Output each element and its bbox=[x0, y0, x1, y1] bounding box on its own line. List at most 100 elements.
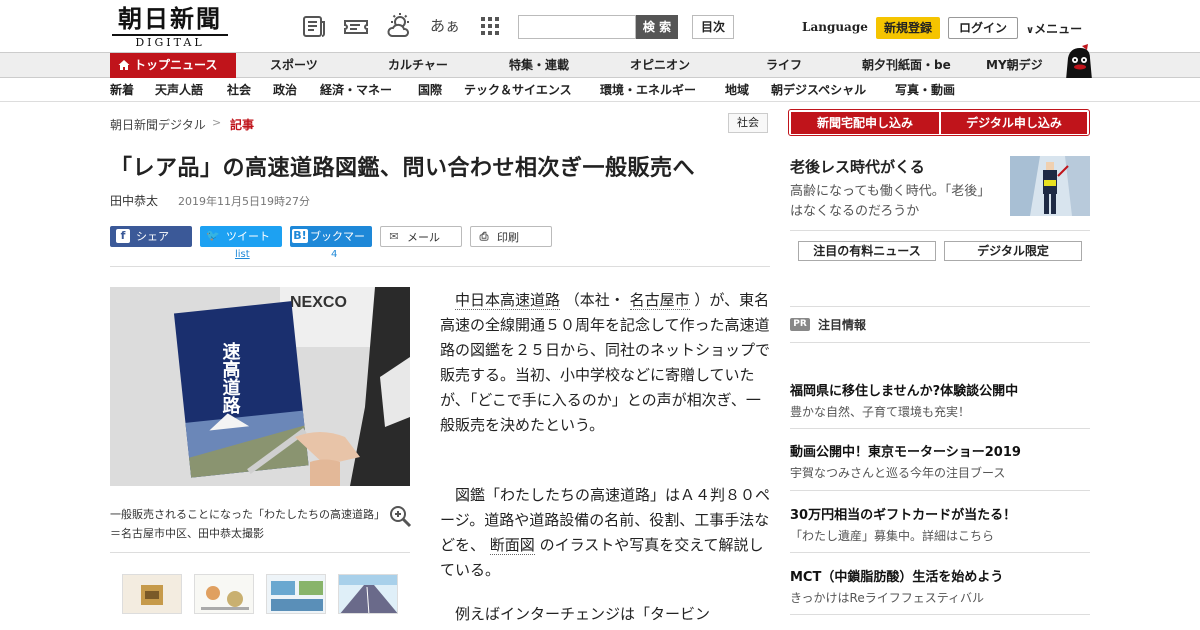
photo-caption: 一般販売されることになった「わたしたちの高速道路」＝名古屋市中区、田中恭太撮影 bbox=[110, 508, 380, 540]
site-header: 朝日新聞 DIGITAL あぁ 検 索 目次 Language 新規登録 ログイ… bbox=[0, 0, 1200, 52]
article-date: 2019年11月5日19時27分 bbox=[178, 195, 310, 208]
hatena-bookmark-button[interactable]: B! ブックマーク bbox=[290, 226, 372, 264]
nav-top-news-label: トップニュース bbox=[134, 58, 218, 72]
search-input[interactable] bbox=[518, 15, 636, 39]
login-button[interactable]: ログイン bbox=[948, 17, 1018, 39]
digital-subscribe-button[interactable]: デジタル申し込み bbox=[941, 112, 1087, 134]
home-icon bbox=[118, 60, 130, 70]
breadcrumb-separator: > bbox=[212, 116, 222, 129]
link-nagoya[interactable]: 名古屋市 bbox=[629, 291, 690, 310]
p1-text-2: ）が、東名高速の全線開通５０周年を記念して作った高速道路の図鑑を２５日から、同社… bbox=[440, 291, 771, 434]
weather-icon[interactable] bbox=[386, 12, 414, 40]
nav-sub-society[interactable]: 社会 bbox=[227, 78, 251, 102]
article-author: 田中恭太 bbox=[110, 194, 159, 208]
pr-item-divider bbox=[790, 552, 1090, 553]
twitter-list-link[interactable]: list bbox=[235, 249, 250, 260]
article-paragraph-2: 図鑑「わたしたちの高速道路」はＡ４判８０ページ。道路や道路設備の名前、役割、工事… bbox=[440, 483, 770, 583]
nav-item-my[interactable]: MY朝デジ bbox=[986, 53, 1043, 78]
nav-sub-economy[interactable]: 経済・マネー bbox=[320, 78, 392, 102]
pr-item-divider bbox=[790, 428, 1090, 429]
article-paragraph-1: 中日本高速道路 （本社・ 名古屋市 ）が、東名高速の全線開通５０周年を記念して作… bbox=[440, 288, 770, 438]
pr-item-desc: 宇賀なつみさんと巡る今年の注目ブース bbox=[790, 466, 1006, 480]
article-title: 「レア品」の高速道路図鑑、問い合わせ相次ぎ一般販売へ bbox=[110, 155, 696, 181]
mail-icon: ✉ bbox=[387, 230, 401, 244]
facebook-share-button[interactable]: f シェア bbox=[110, 226, 192, 247]
p1-text-1: （本社・ bbox=[564, 291, 625, 309]
link-nexco-central[interactable]: 中日本高速道路 bbox=[455, 291, 561, 310]
nav-sub-special[interactable]: 朝デジスペシャル bbox=[771, 78, 866, 102]
mascot-icon[interactable] bbox=[1060, 44, 1094, 80]
twitter-share-button[interactable]: 🐦 ツイート bbox=[200, 226, 282, 247]
pr-item-divider bbox=[790, 614, 1090, 615]
paid-news-button[interactable]: 注目の有料ニュース bbox=[798, 241, 936, 261]
site-logo[interactable]: 朝日新聞 DIGITAL bbox=[112, 4, 228, 49]
promo-title[interactable]: 老後レス時代がくる bbox=[790, 156, 925, 177]
book-title-text: 速高道路 bbox=[220, 341, 241, 415]
print-button[interactable]: ⎙ 印刷 bbox=[470, 226, 552, 247]
mail-label: メール bbox=[407, 231, 440, 244]
menu-button[interactable]: ∨メニュー bbox=[1026, 20, 1082, 37]
nav-sub-tenseijingo[interactable]: 天声人語 bbox=[155, 78, 203, 102]
pr-item-desc: きっかけはReライフフェスティバル bbox=[790, 591, 984, 605]
share-divider bbox=[110, 266, 770, 267]
ticket-icon[interactable] bbox=[342, 12, 370, 40]
sidebar-divider-1 bbox=[790, 230, 1090, 231]
nav-sub-environment[interactable]: 環境・エネルギー bbox=[600, 78, 696, 102]
nav-sub-tech[interactable]: テック＆サイエンス bbox=[464, 78, 572, 102]
nav-sub-latest[interactable]: 新着 bbox=[110, 78, 134, 102]
pr-badge: PR bbox=[790, 318, 810, 331]
kana-size-icon[interactable]: あぁ bbox=[430, 12, 464, 40]
nav-item-features[interactable]: 特集・連載 bbox=[509, 53, 569, 78]
pr-item-title[interactable]: MCT（中鎖脂肪酸）生活を始めよう bbox=[790, 566, 1003, 585]
thumbnail-2[interactable] bbox=[194, 574, 254, 614]
twitter-icon: 🐦 bbox=[206, 229, 220, 242]
home-delivery-button[interactable]: 新聞宅配申し込み bbox=[791, 112, 939, 134]
promo-image[interactable] bbox=[1010, 156, 1090, 216]
link-cross-section[interactable]: 断面図 bbox=[489, 536, 535, 555]
facebook-icon: f bbox=[116, 229, 130, 243]
nav-sub-politics[interactable]: 政治 bbox=[273, 78, 297, 102]
hatena-count: 4 bbox=[331, 249, 338, 260]
breadcrumb-home[interactable]: 朝日新聞デジタル bbox=[110, 116, 206, 133]
chevron-down-icon: ∨ bbox=[1026, 25, 1035, 36]
nav-item-paper[interactable]: 朝夕刊紙面・be bbox=[862, 53, 951, 78]
thumbnail-1[interactable] bbox=[122, 574, 182, 614]
nav-item-life[interactable]: ライフ bbox=[766, 53, 802, 78]
nav-sub-photo[interactable]: 写真・動画 bbox=[895, 78, 955, 102]
article-photo[interactable]: NEXCO 速高道路 bbox=[110, 287, 410, 486]
pr-item-divider bbox=[790, 490, 1090, 491]
print-icon: ⎙ bbox=[477, 230, 491, 244]
pr-item-title[interactable]: 30万円相当のギフトカードが当たる！ bbox=[790, 504, 1016, 523]
primary-nav: トップニュース スポーツ カルチャー 特集・連載 オピニオン ライフ 朝夕刊紙面… bbox=[0, 52, 1200, 78]
nav-item-opinion[interactable]: オピニオン bbox=[630, 53, 690, 78]
grid-icon[interactable] bbox=[476, 12, 504, 40]
print-label: 印刷 bbox=[497, 231, 519, 244]
digital-limited-button[interactable]: デジタル限定 bbox=[944, 241, 1082, 261]
search-button[interactable]: 検 索 bbox=[636, 15, 678, 39]
pr-item-title[interactable]: 福岡県に移住しませんか?体験談公開中 bbox=[790, 380, 1018, 399]
sidebar-divider-2 bbox=[790, 306, 1090, 307]
language-link[interactable]: Language bbox=[802, 20, 868, 34]
category-badge[interactable]: 社会 bbox=[728, 113, 768, 133]
nav-sub-international[interactable]: 国際 bbox=[418, 78, 442, 102]
pr-item-title[interactable]: 動画公開中！東京モーターショー2019 bbox=[790, 441, 1021, 460]
hatena-icon: B! bbox=[292, 229, 308, 243]
nav-item-culture[interactable]: カルチャー bbox=[388, 53, 448, 78]
pr-item-desc: 「わたし遺産」募集中。詳細はこちら bbox=[790, 529, 995, 543]
nav-sub-region[interactable]: 地域 bbox=[725, 78, 749, 102]
caption-divider bbox=[110, 552, 410, 553]
register-button[interactable]: 新規登録 bbox=[876, 17, 940, 39]
logo-jp: 朝日新聞 bbox=[118, 4, 222, 33]
mail-share-button[interactable]: ✉ メール bbox=[380, 226, 462, 247]
breadcrumb-current: 記事 bbox=[230, 118, 255, 132]
nexco-logo-text: NEXCO bbox=[290, 294, 347, 311]
thumbnail-4[interactable] bbox=[338, 574, 398, 614]
thumbnail-3[interactable] bbox=[266, 574, 326, 614]
pr-section-title: 注目情報 bbox=[818, 318, 867, 332]
nav-item-sports[interactable]: スポーツ bbox=[270, 53, 318, 78]
index-button[interactable]: 目次 bbox=[692, 15, 734, 39]
nav-top-news[interactable]: トップニュース bbox=[110, 53, 236, 78]
zoom-icon[interactable] bbox=[388, 504, 412, 528]
newspaper-icon[interactable] bbox=[300, 12, 328, 40]
facebook-share-label: シェア bbox=[136, 230, 169, 243]
